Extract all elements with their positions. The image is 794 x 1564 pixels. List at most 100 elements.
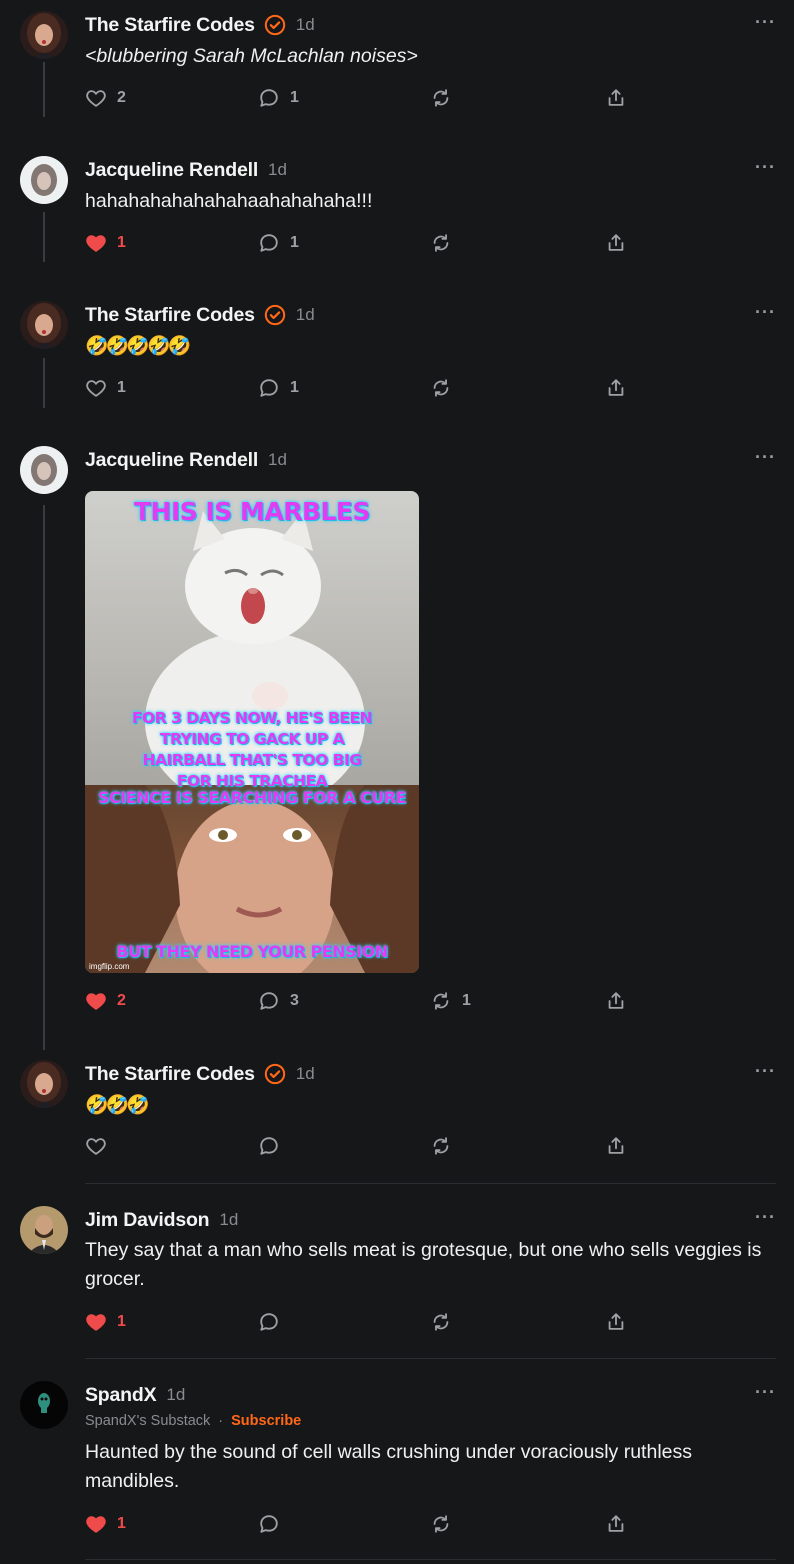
author-name[interactable]: Jacqueline Rendell [85, 159, 258, 182]
share-button[interactable] [605, 1511, 627, 1537]
meme-caption-top: THIS IS MARBLES [133, 497, 371, 526]
share-button[interactable] [605, 988, 627, 1014]
divider [85, 1183, 776, 1184]
more-icon[interactable]: ··· [755, 1382, 776, 1403]
heart-icon [85, 1513, 107, 1535]
timestamp[interactable]: 1d [296, 15, 315, 35]
heart-icon [85, 1311, 107, 1333]
more-icon[interactable]: ··· [755, 12, 776, 33]
reply-button[interactable] [258, 1511, 280, 1537]
comment-text: 🤣🤣🤣 [85, 1095, 150, 1116]
reply-button[interactable]: 3 [258, 988, 299, 1014]
thread-line [43, 212, 45, 262]
heart-icon [85, 87, 107, 109]
share-button[interactable] [605, 230, 627, 256]
reply-button[interactable]: 1 [258, 375, 299, 401]
avatar[interactable] [20, 1060, 68, 1108]
restack-icon [430, 1311, 452, 1333]
restack-icon [430, 232, 452, 254]
restack-button[interactable] [430, 1309, 452, 1335]
verified-icon [264, 14, 286, 36]
more-icon[interactable]: ··· [755, 302, 776, 323]
more-icon[interactable]: ··· [755, 1061, 776, 1082]
meme-image[interactable]: THIS IS MARBLES FOR 3 DAYS NOW, HE'S BEE… [85, 491, 419, 973]
share-icon [605, 1135, 627, 1157]
restack-icon [430, 1513, 452, 1535]
reply-button[interactable] [258, 1309, 280, 1335]
author-name[interactable]: SpandX [85, 1384, 157, 1407]
timestamp[interactable]: 1d [296, 1064, 315, 1084]
like-button[interactable]: 1 [85, 1309, 126, 1335]
timestamp[interactable]: 1d [296, 305, 315, 325]
more-icon[interactable]: ··· [755, 1207, 776, 1228]
share-button[interactable] [605, 1309, 627, 1335]
share-icon [605, 87, 627, 109]
restack-button[interactable] [430, 1133, 452, 1159]
avatar[interactable] [20, 1206, 68, 1254]
share-icon [605, 990, 627, 1012]
timestamp[interactable]: 1d [166, 1385, 185, 1405]
restack-button[interactable] [430, 85, 452, 111]
avatar[interactable] [20, 301, 68, 349]
share-button[interactable] [605, 375, 627, 401]
timestamp[interactable]: 1d [219, 1210, 238, 1230]
reply-count: 3 [290, 992, 299, 1009]
like-count: 1 [117, 1313, 126, 1330]
like-button[interactable]: 1 [85, 375, 126, 401]
author-name[interactable]: Jacqueline Rendell [85, 449, 258, 472]
timestamp[interactable]: 1d [268, 160, 287, 180]
avatar[interactable] [20, 446, 68, 494]
comment-text: <blubbering Sarah McLachlan noises> [85, 45, 418, 67]
restack-icon [430, 990, 452, 1012]
author-name[interactable]: Jim Davidson [85, 1209, 210, 1232]
thread-line [43, 358, 45, 408]
heart-icon [85, 377, 107, 399]
reply-count: 1 [290, 234, 299, 251]
restack-button[interactable]: 1 [430, 988, 471, 1014]
like-count: 2 [117, 89, 126, 106]
more-icon[interactable]: ··· [755, 447, 776, 468]
heart-icon [85, 990, 107, 1012]
comment-icon [258, 377, 280, 399]
restack-button[interactable] [430, 375, 452, 401]
avatar[interactable] [20, 1381, 68, 1429]
like-button[interactable]: 1 [85, 1511, 126, 1537]
reply-button[interactable]: 1 [258, 85, 299, 111]
author-name[interactable]: The Starfire Codes [85, 304, 255, 327]
comment-text: hahahahahahahahaahahahaha!!! [85, 190, 373, 212]
subscribe-link[interactable]: Subscribe [231, 1413, 301, 1429]
reply-button[interactable] [258, 1133, 280, 1159]
comment-icon [258, 1311, 280, 1333]
restack-button[interactable] [430, 1511, 452, 1537]
separator-dot: · [218, 1413, 224, 1429]
publication-name[interactable]: SpandX's Substack [85, 1413, 210, 1429]
verified-icon [264, 304, 286, 326]
heart-icon [85, 1135, 107, 1157]
share-button[interactable] [605, 85, 627, 111]
like-button[interactable]: 2 [85, 988, 126, 1014]
like-button[interactable]: 1 [85, 230, 126, 256]
share-button[interactable] [605, 1133, 627, 1159]
like-button[interactable] [85, 1133, 107, 1159]
reply-count: 1 [290, 379, 299, 396]
restack-icon [430, 377, 452, 399]
timestamp[interactable]: 1d [268, 450, 287, 470]
restack-button[interactable] [430, 230, 452, 256]
comment-icon [258, 1135, 280, 1157]
author-name[interactable]: The Starfire Codes [85, 14, 255, 37]
comment-text: 🤣🤣🤣🤣🤣 [85, 336, 191, 357]
meme-caption-middle: FOR 3 DAYS NOW, HE'S BEEN TRYING TO GACK… [131, 709, 373, 790]
share-icon [605, 377, 627, 399]
share-icon [605, 232, 627, 254]
avatar[interactable] [20, 156, 68, 204]
like-count: 1 [117, 379, 126, 396]
restack-count: 1 [462, 992, 471, 1009]
more-icon[interactable]: ··· [755, 157, 776, 178]
meme-caption-lower: SCIENCE IS SEARCHING FOR A CURE [97, 788, 407, 807]
avatar[interactable] [20, 11, 68, 59]
like-button[interactable]: 2 [85, 85, 126, 111]
reply-button[interactable]: 1 [258, 230, 299, 256]
author-name[interactable]: The Starfire Codes [85, 1063, 255, 1086]
comment-text: They say that a man who sells meat is gr… [85, 1239, 762, 1290]
like-count: 1 [117, 1515, 126, 1532]
